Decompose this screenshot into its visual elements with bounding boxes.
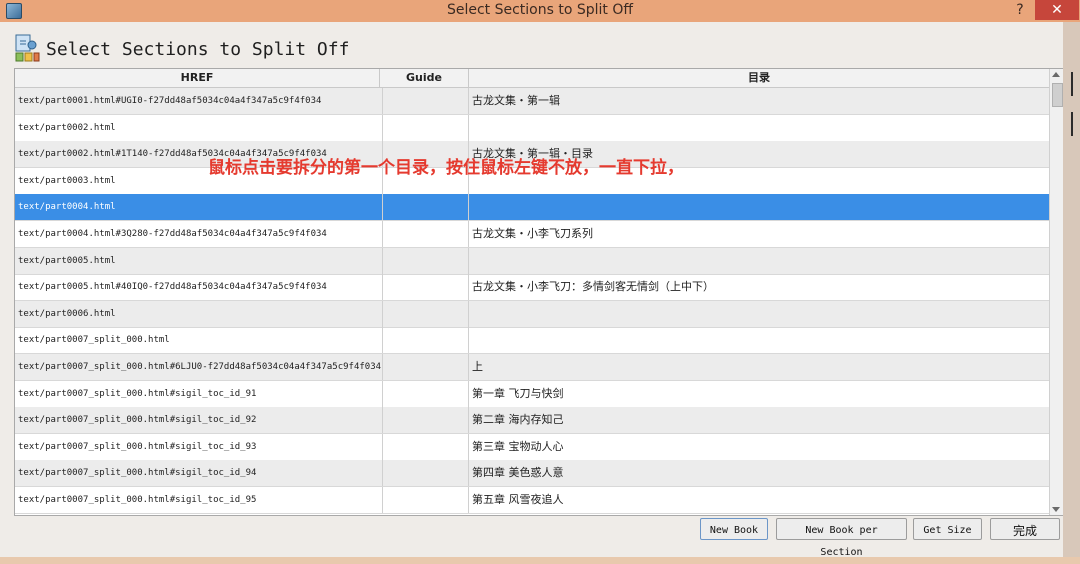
instruction-annotation: 鼠标点击要拆分的第一个目录，按住鼠标左键不放，一直下拉，: [208, 158, 684, 178]
toc-cell: [469, 114, 1050, 141]
toc-cell: 第三章 宝物动人心: [469, 433, 1050, 460]
get-size-button[interactable]: Get Size: [913, 518, 982, 540]
guide-cell: [380, 407, 469, 434]
guide-cell: [380, 114, 469, 141]
href-cell: text/part0004.html: [15, 194, 383, 221]
table-row[interactable]: text/part0007_split_000.html#sigil_toc_i…: [15, 407, 1050, 435]
guide-cell: [380, 300, 469, 327]
background-window-edge: [1063, 22, 1080, 557]
guide-cell: [380, 327, 469, 354]
background-divider: [1071, 112, 1073, 136]
window-title: Select Sections to Split Off: [446, 2, 634, 18]
table-row[interactable]: text/part0007_split_000.html#sigil_toc_i…: [15, 487, 1050, 514]
column-header-toc[interactable]: 目录: [469, 69, 1050, 87]
table-row[interactable]: text/part0007_split_000.html#6LJU0-f27dd…: [15, 354, 1050, 381]
table-row[interactable]: text/part0004.html: [15, 194, 1050, 222]
table-header: HREF Guide 目录: [15, 69, 1050, 88]
title-bar: Select Sections to Split Off ? ✕: [0, 0, 1080, 22]
column-header-href[interactable]: HREF: [15, 69, 380, 87]
href-cell: text/part0007_split_000.html#sigil_toc_i…: [15, 460, 383, 487]
toc-cell: 古龙文集・第一辑: [469, 88, 1050, 114]
scroll-up-arrow-icon[interactable]: [1052, 72, 1060, 77]
table-row[interactable]: text/part0007_split_000.html#sigil_toc_i…: [15, 380, 1050, 408]
table-row[interactable]: text/part0001.html#UGI0-f27dd48af5034c04…: [15, 88, 1050, 115]
split-dialog-window: Select Sections to Split Off ? ✕ Select …: [0, 0, 1080, 558]
toc-cell: 第二章 海内存知己: [469, 407, 1050, 434]
toc-cell: [469, 300, 1050, 327]
split-sections-icon: [15, 34, 40, 62]
href-cell: text/part0007_split_000.html#6LJU0-f27dd…: [15, 354, 383, 380]
toc-cell: 古龙文集・小李飞刀：多情剑客无情剑（上中下）: [469, 274, 1050, 301]
href-cell: text/part0007_split_000.html#sigil_toc_i…: [15, 407, 383, 434]
guide-cell: [380, 460, 469, 487]
table-row[interactable]: text/part0007_split_000.html#sigil_toc_i…: [15, 460, 1050, 488]
table-row[interactable]: text/part0002.html: [15, 114, 1050, 142]
table-row[interactable]: text/part0005.html: [15, 247, 1050, 275]
toc-cell: 第四章 美色惑人意: [469, 460, 1050, 487]
href-cell: text/part0007_split_000.html#sigil_toc_i…: [15, 433, 383, 460]
toc-cell: [469, 194, 1050, 221]
href-cell: text/part0002.html: [15, 114, 383, 141]
guide-cell: [380, 247, 469, 274]
guide-cell: [380, 274, 469, 301]
table-row[interactable]: text/part0004.html#3Q280-f27dd48af5034c0…: [15, 221, 1050, 248]
table-row[interactable]: text/part0006.html: [15, 300, 1050, 328]
guide-cell: [380, 221, 469, 247]
close-button[interactable]: ✕: [1035, 0, 1079, 20]
table-row[interactable]: text/part0007_split_000.html#sigil_toc_i…: [15, 433, 1050, 461]
new-book-button[interactable]: New Book: [700, 518, 768, 540]
toc-cell: 上: [469, 354, 1050, 380]
href-cell: text/part0007_split_000.html#sigil_toc_i…: [15, 380, 383, 407]
help-button[interactable]: ?: [1007, 0, 1033, 20]
guide-cell: [380, 487, 469, 513]
guide-cell: [380, 354, 469, 380]
dialog-heading: Select Sections to Split Off: [46, 39, 350, 60]
guide-cell: [380, 433, 469, 460]
href-cell: text/part0001.html#UGI0-f27dd48af5034c04…: [15, 88, 383, 114]
background-divider: [1071, 72, 1073, 96]
toc-cell: 第五章 风雪夜追人: [469, 487, 1050, 513]
href-cell: text/part0005.html: [15, 247, 383, 274]
guide-cell: [380, 194, 469, 221]
href-cell: text/part0006.html: [15, 300, 383, 327]
scrollbar-thumb[interactable]: [1052, 83, 1063, 107]
scroll-down-arrow-icon[interactable]: [1052, 507, 1060, 512]
href-cell: text/part0007_split_000.html#sigil_toc_i…: [15, 487, 383, 513]
toc-cell: [469, 247, 1050, 274]
new-book-per-section-button[interactable]: New Book per Section: [776, 518, 907, 558]
table-body: text/part0001.html#UGI0-f27dd48af5034c04…: [15, 88, 1050, 514]
column-header-guide[interactable]: Guide: [380, 69, 469, 87]
toc-cell: 古龙文集・小李飞刀系列: [469, 221, 1050, 247]
href-cell: text/part0007_split_000.html: [15, 327, 383, 354]
guide-cell: [380, 88, 469, 114]
toc-cell: [469, 327, 1050, 354]
table-row[interactable]: text/part0007_split_000.html: [15, 327, 1050, 355]
toc-cell: 第一章 飞刀与快剑: [469, 380, 1050, 407]
done-button[interactable]: 完成: [990, 518, 1060, 540]
sections-table[interactable]: HREF Guide 目录 text/part0001.html#UGI0-f2…: [14, 68, 1064, 516]
href-cell: text/part0004.html#3Q280-f27dd48af5034c0…: [15, 221, 383, 247]
table-row[interactable]: text/part0005.html#40IQ0-f27dd48af5034c0…: [15, 274, 1050, 302]
href-cell: text/part0005.html#40IQ0-f27dd48af5034c0…: [15, 274, 383, 301]
vertical-scrollbar[interactable]: [1049, 69, 1063, 515]
guide-cell: [380, 380, 469, 407]
